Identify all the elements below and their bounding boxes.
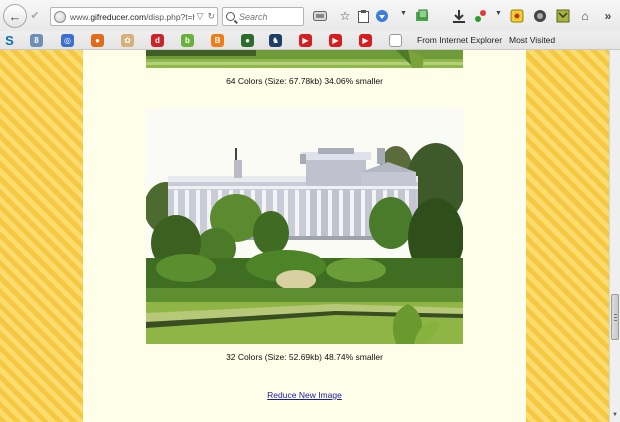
extension-dark-icon[interactable] (533, 9, 547, 23)
search-icon (226, 12, 235, 21)
caption-64-colors: 64 Colors (Size: 67.78kb) 34.06% smaller (226, 76, 383, 86)
mansion-column (350, 190, 354, 236)
blogger-icon[interactable]: B (211, 34, 224, 47)
mansion-column (306, 190, 310, 236)
bookmark-star-icon[interactable]: ☆ (338, 9, 352, 23)
extension-yellow-icon[interactable] (510, 9, 524, 23)
youtube-icon-3[interactable]: ▶ (359, 34, 372, 47)
home-icon[interactable]: ⌂ (578, 9, 592, 23)
overflow-chevron-icon[interactable]: » (601, 9, 615, 23)
content-column: 64 Colors (Size: 67.78kb) 34.06% smaller (83, 50, 526, 422)
paint-dropdown-icon[interactable]: ▼ (495, 10, 502, 17)
downloads-dropdown-icon[interactable]: ▼ (400, 10, 407, 17)
scroll-down-arrow-icon[interactable]: ▼ (612, 412, 618, 418)
clipboard-icon[interactable] (356, 9, 370, 23)
ball-icon[interactable]: ● (241, 34, 254, 47)
back-button[interactable]: ← (3, 4, 27, 28)
bookmark-most-visited[interactable]: Most Visited (509, 35, 555, 45)
search-box[interactable] (222, 7, 304, 26)
blank-page-icon[interactable] (389, 34, 402, 47)
extension-green-icon[interactable] (415, 9, 429, 23)
forward-button[interactable]: ✔ (28, 9, 42, 23)
youtube-icon[interactable]: ▶ (299, 34, 312, 47)
nav-toolbar: ← ✔ www.gifreducer.com/disp.php?t=hv ▽ ↻… (0, 0, 620, 31)
firefox-icon[interactable]: ● (91, 34, 104, 47)
back-arrow-icon: ← (8, 8, 22, 24)
bookmark-from-internet-explorer[interactable]: From Internet Explorer (417, 35, 502, 45)
search-input[interactable] (239, 11, 299, 22)
download-icon[interactable] (452, 9, 466, 23)
downloads-arrow-icon[interactable] (375, 9, 389, 23)
page-viewport: 64 Colors (Size: 67.78kb) 34.06% smaller (0, 50, 609, 422)
bookmarks-toolbar: S 8 ◎ ● ✿ d b B ● ♞ ▶ ▶ ▶ From Internet Explorer Mos… (0, 31, 620, 50)
thumb-grip-line (614, 317, 617, 319)
red-circle-icon[interactable]: d (151, 34, 164, 47)
reduced-image-32-colors (146, 108, 463, 344)
green-ext-glyph (416, 9, 428, 21)
thumb-grip-line (614, 320, 617, 322)
download-arrow-glyph (376, 10, 388, 22)
dark-ext-glyph (534, 10, 546, 22)
thumb-grip-line (614, 314, 617, 316)
clipboard-glyph (357, 9, 369, 23)
puzzle-glyph (556, 9, 570, 23)
mansion-column (295, 190, 299, 236)
paint-icon[interactable]: ✿ (121, 34, 134, 47)
reduced-image-64-colors (146, 50, 463, 68)
blogger-green-icon[interactable]: b (181, 34, 194, 47)
url-domain: gifreducer.com (90, 11, 147, 22)
mansion-column (317, 190, 321, 236)
yellow-ext-glyph (510, 9, 524, 23)
s-logo-icon[interactable]: S (3, 33, 16, 48)
google-icon[interactable]: 8 (30, 34, 43, 47)
scrollbar-thumb[interactable] (611, 294, 619, 341)
paint-glyph (475, 10, 486, 22)
reader-view-icon[interactable] (313, 9, 327, 23)
grass-strip-graphic (146, 50, 463, 68)
bird-icon[interactable]: ♞ (269, 34, 282, 47)
extension-puzzle-icon[interactable] (556, 9, 570, 23)
download-glyph (453, 9, 465, 23)
url-history-dropdown-icon[interactable]: ▽ (197, 11, 204, 22)
reduce-new-image-link[interactable]: Reduce New Image (83, 390, 526, 400)
paint-brush-icon[interactable] (474, 9, 488, 23)
globe-icon (54, 10, 66, 23)
url-prefix: www. (70, 11, 91, 22)
url-bar[interactable]: www.gifreducer.com/disp.php?t=hv ▽ ↻ (50, 7, 218, 26)
mansion-column (328, 190, 332, 236)
youtube-icon-2[interactable]: ▶ (329, 34, 342, 47)
url-text[interactable]: www.gifreducer.com/disp.php?t=hv (70, 12, 195, 22)
mansion-column (361, 190, 365, 236)
mansion-column (339, 190, 343, 236)
reload-icon[interactable]: ↻ (207, 11, 215, 22)
mansion-photo-graphic (146, 108, 463, 344)
url-path: /disp.php?t=hv (146, 11, 194, 22)
opera-icon[interactable]: ◎ (61, 34, 74, 47)
caption-32-colors: 32 Colors (Size: 52.69kb) 48.74% smaller (226, 352, 383, 362)
reader-glyph (313, 11, 327, 21)
forward-chevron-icon: ✔ (30, 10, 40, 22)
vertical-scrollbar[interactable]: ▼ (609, 50, 620, 422)
